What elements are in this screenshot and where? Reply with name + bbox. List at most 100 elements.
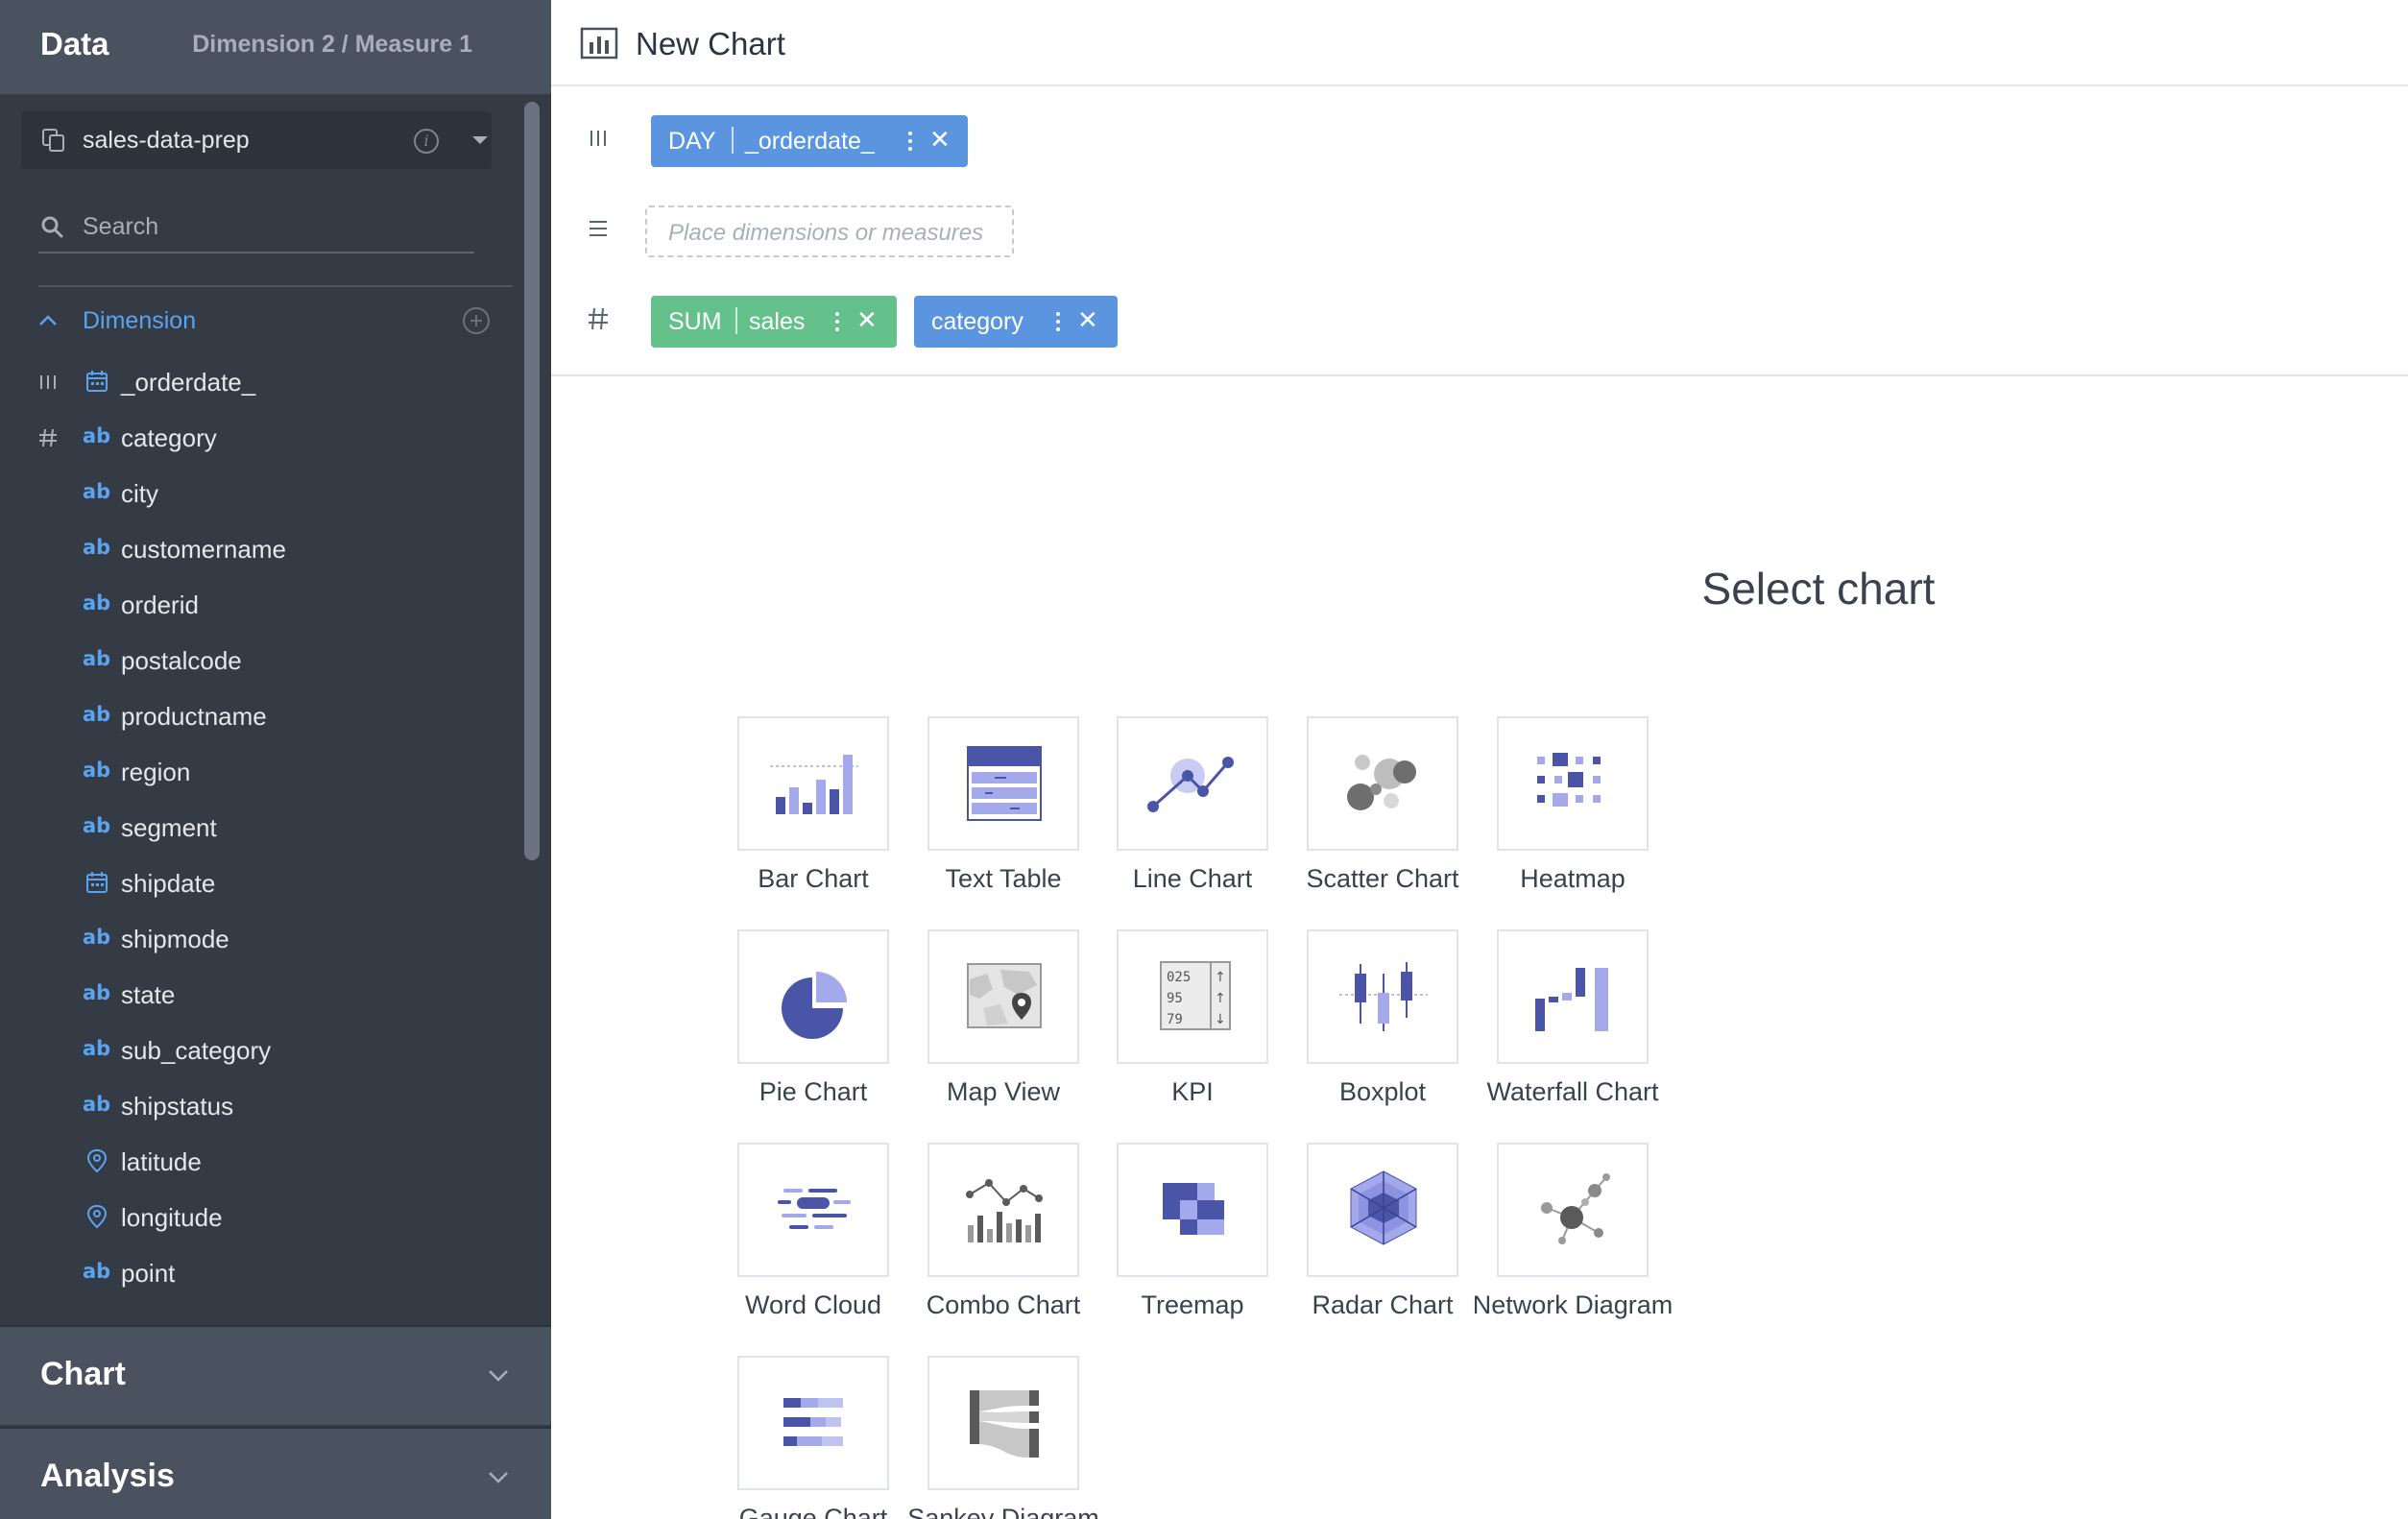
location-pin-icon [86, 1148, 108, 1173]
measure-pill-category[interactable]: category ✕ [914, 296, 1118, 348]
search-input[interactable] [83, 209, 467, 244]
divider [38, 285, 513, 287]
chevron-up-icon[interactable] [38, 313, 58, 326]
chart-option-label[interactable]: Waterfall Chart [1448, 1077, 1698, 1107]
text-type-icon: ab [83, 759, 111, 782]
field-item[interactable]: ab orderid [0, 578, 515, 632]
chart-option-word-cloud[interactable] [737, 1143, 889, 1277]
more-options-icon[interactable] [1056, 312, 1060, 331]
field-item[interactable]: ab category [0, 411, 515, 465]
pill-separator [732, 127, 734, 154]
info-icon[interactable]: i [414, 129, 439, 154]
chart-option-scatter-chart[interactable] [1307, 716, 1458, 851]
chart-option-boxplot[interactable] [1307, 929, 1458, 1064]
close-icon[interactable]: ✕ [856, 308, 878, 333]
chart-option-network-diagram[interactable] [1497, 1143, 1649, 1277]
field-name: state [121, 980, 176, 1009]
dimension-header[interactable]: Dimension [0, 301, 515, 342]
sidebar-title: Data [40, 26, 109, 61]
chart-title[interactable]: New Chart [636, 26, 785, 62]
field-name: shipstatus [121, 1092, 234, 1121]
field-item[interactable]: shipdate [0, 856, 515, 910]
field-name: longitude [121, 1203, 223, 1232]
kpi-icon: 025 95 79 ↑ ↑ ↓ [1160, 961, 1231, 1030]
field-item[interactable]: ab shipmode [0, 912, 515, 966]
field-item[interactable]: ab city [0, 467, 515, 520]
column-shelf-icon [40, 375, 56, 389]
measure-shelf[interactable]: SUM sales ✕ category ✕ [551, 290, 2408, 348]
chart-option-line-chart[interactable] [1117, 716, 1268, 851]
search-icon [41, 216, 63, 238]
chart-option-radar-chart[interactable] [1307, 1143, 1458, 1277]
chevron-down-icon[interactable] [488, 1471, 509, 1484]
pill-aggregation: DAY [668, 128, 716, 155]
measure-pill-sales[interactable]: SUM sales ✕ [651, 296, 897, 348]
column-shelf[interactable]: DAY _orderdate_ ✕ [551, 109, 2408, 167]
chart-option-heatmap[interactable] [1497, 716, 1649, 851]
row-shelf[interactable]: Place dimensions or measures [551, 200, 2408, 257]
text-table-icon [967, 746, 1042, 821]
svg-text:↓: ↓ [1215, 1012, 1226, 1027]
text-type-icon: ab [83, 591, 111, 615]
chart-option-kpi[interactable]: 025 95 79 ↑ ↑ ↓ [1117, 929, 1268, 1064]
heatmap-icon [1537, 753, 1601, 807]
field-item[interactable]: ab point [0, 1246, 515, 1300]
sidebar: Data Dimension 2 / Measure 1 sales-data-… [0, 0, 551, 1519]
field-item[interactable]: ab postalcode [0, 634, 515, 687]
datasource-select[interactable]: sales-data-prep i [21, 111, 492, 169]
chart-option-sankey-diagram[interactable] [927, 1356, 1079, 1490]
chart-option-combo-chart[interactable] [927, 1143, 1079, 1277]
caret-down-icon[interactable] [472, 136, 488, 144]
add-dimension-icon[interactable] [463, 307, 490, 334]
close-icon[interactable]: ✕ [929, 128, 951, 153]
field-item[interactable]: latitude [0, 1135, 515, 1189]
field-item[interactable]: ab segment [0, 801, 515, 855]
chart-option-treemap[interactable] [1117, 1143, 1268, 1277]
chart-option-bar-chart[interactable] [737, 716, 889, 851]
field-name: _orderdate_ [121, 368, 256, 397]
pill-separator [735, 307, 737, 334]
pie-chart-icon [782, 972, 847, 1039]
close-icon[interactable]: ✕ [1077, 308, 1098, 333]
more-options-icon[interactable] [835, 312, 839, 331]
chart-option-label[interactable]: Network Diagram [1448, 1290, 1698, 1320]
field-item[interactable]: ab state [0, 968, 515, 1022]
word-cloud-icon [778, 1189, 851, 1229]
field-name: latitude [121, 1147, 202, 1176]
chart-option-pie-chart[interactable] [737, 929, 889, 1064]
chart-section[interactable]: Chart [0, 1325, 551, 1425]
column-pill-orderdate[interactable]: DAY _orderdate_ ✕ [651, 115, 968, 167]
chart-section-title: Chart [40, 1356, 126, 1392]
sidebar-scrollbar[interactable] [524, 102, 540, 860]
field-item[interactable]: ab productname [0, 689, 515, 743]
scatter-chart-icon [1347, 755, 1416, 810]
measure-shelf-icon [39, 428, 57, 447]
line-chart-icon [1147, 757, 1234, 812]
field-name: shipmode [121, 925, 229, 953]
more-options-icon[interactable] [908, 132, 912, 151]
sidebar-header: Data Dimension 2 / Measure 1 [0, 0, 551, 94]
combo-chart-icon [966, 1179, 1043, 1242]
analysis-section[interactable]: Analysis [0, 1427, 551, 1519]
field-item[interactable]: ab sub_category [0, 1024, 515, 1077]
chart-option-label[interactable]: Heatmap [1448, 864, 1698, 894]
field-item[interactable]: ab customername [0, 522, 515, 576]
location-pin-icon [86, 1204, 108, 1229]
chart-option-gauge-chart[interactable] [737, 1356, 889, 1490]
row-shelf-dropzone[interactable]: Place dimensions or measures [645, 205, 1014, 257]
field-item[interactable]: ab shipstatus [0, 1079, 515, 1133]
svg-text:79: 79 [1167, 1012, 1183, 1027]
chart-option-text-table[interactable] [927, 716, 1079, 851]
chart-option-map-view[interactable] [927, 929, 1079, 1064]
bar-chart-icon [770, 755, 858, 814]
text-type-icon: ab [83, 926, 111, 949]
chart-option-label[interactable]: Sankey Diagram [879, 1504, 1128, 1519]
field-item[interactable]: ab region [0, 745, 515, 799]
treemap-icon [1163, 1183, 1224, 1235]
chevron-down-icon[interactable] [488, 1369, 509, 1383]
field-item[interactable]: longitude [0, 1191, 515, 1244]
field-item[interactable]: _orderdate_ [0, 355, 515, 409]
pill-field: category [931, 308, 1023, 335]
svg-text:↑: ↑ [1215, 970, 1226, 985]
chart-option-waterfall-chart[interactable] [1497, 929, 1649, 1064]
